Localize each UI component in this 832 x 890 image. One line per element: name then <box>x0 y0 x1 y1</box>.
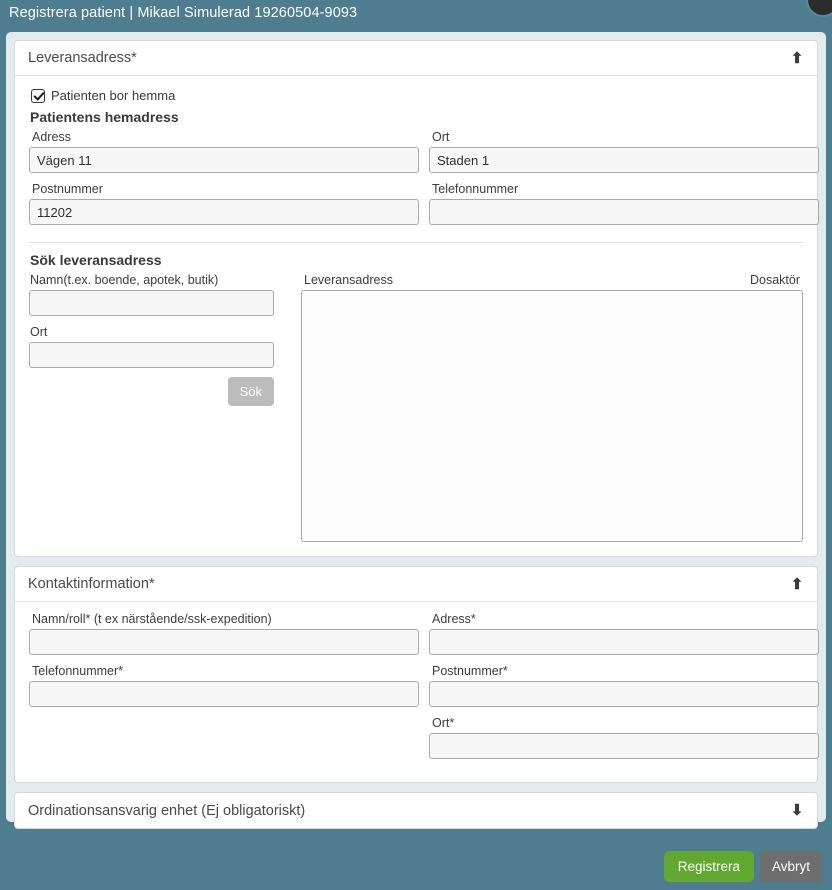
field-kontakt-postnummer: Postnummer* <box>429 664 819 707</box>
section-title-leveransadress: Leveransadress* <box>28 50 137 66</box>
search-inputs: Namn(t.ex. boende, apotek, butik) Ort Sö… <box>29 273 287 542</box>
field-kontakt-adress: Adress* <box>429 612 819 655</box>
label-kontakt-namnroll: Namn/roll* (t ex närstående/ssk-expediti… <box>32 612 272 626</box>
section-header-ordinationsansvarig-enhet[interactable]: Ordinationsansvarig enhet (Ej obligatori… <box>15 793 817 828</box>
corner-decoration <box>806 0 832 17</box>
input-ort[interactable] <box>429 147 819 173</box>
input-kontakt-namnroll[interactable] <box>29 629 419 655</box>
contact-row-3: Ort* <box>29 716 819 768</box>
label-kontakt-adress: Adress* <box>432 612 476 626</box>
form-container: Leveransadress* ⬆ Patienten bor hemma Pa… <box>6 32 826 829</box>
page-title: Registrera patient | Mikael Simulerad 19… <box>9 5 358 21</box>
label-adress: Adress <box>32 130 71 144</box>
window-title-bar: Registrera patient | Mikael Simulerad 19… <box>0 0 832 26</box>
input-kontakt-ort[interactable] <box>429 733 819 759</box>
input-search-ort[interactable] <box>29 342 274 368</box>
section-title-ordinationsansvarig-enhet: Ordinationsansvarig enhet (Ej obligatori… <box>28 802 306 819</box>
results-header: Leveransadress Dosaktör <box>304 273 800 287</box>
home-address-row-2: Postnummer Telefonnummer <box>29 182 819 234</box>
search-button-row: Sök <box>29 377 274 406</box>
field-search-ort: Ort <box>29 325 287 368</box>
label-telefonnummer: Telefonnummer <box>432 182 519 196</box>
section-body-leveransadress: Patienten bor hemma Patientens hemadress… <box>15 76 819 556</box>
register-button[interactable]: Registrera <box>663 851 754 882</box>
section-title-kontaktinformation: Kontaktinformation* <box>28 576 155 592</box>
patient-lives-at-home-row[interactable]: Patienten bor hemma <box>31 88 803 103</box>
label-search-ort: Ort <box>30 325 48 339</box>
input-kontakt-adress[interactable] <box>429 629 819 655</box>
home-address-heading: Patientens hemadress <box>30 109 179 125</box>
arrow-up-icon[interactable]: ⬆ <box>789 577 805 592</box>
label-search-namn: Namn(t.ex. boende, apotek, butik) <box>30 273 219 287</box>
search-button[interactable]: Sök <box>227 377 274 406</box>
checkbox-label-patienten-bor-hemma: Patienten bor hemma <box>51 88 176 103</box>
field-kontakt-namnroll: Namn/roll* (t ex närstående/ssk-expediti… <box>29 612 419 655</box>
input-adress[interactable] <box>29 147 419 173</box>
arrow-down-icon[interactable]: ⬇ <box>789 803 805 818</box>
search-heading: Sök leveransadress <box>30 252 162 268</box>
footer-actions: Registrera Avbryt <box>663 851 822 882</box>
checkbox-patienten-bor-hemma[interactable] <box>31 88 45 103</box>
field-search-namn: Namn(t.ex. boende, apotek, butik) <box>29 273 287 316</box>
label-ort: Ort <box>432 130 450 144</box>
field-telefonnummer: Telefonnummer <box>429 182 819 225</box>
section-header-kontaktinformation[interactable]: Kontaktinformation* ⬆ <box>15 567 817 602</box>
input-kontakt-telefonnummer[interactable] <box>29 681 419 707</box>
section-ordinationsansvarig-enhet: Ordinationsansvarig enhet (Ej obligatori… <box>14 792 818 829</box>
label-postnummer: Postnummer <box>32 182 103 196</box>
divider <box>29 242 803 243</box>
input-telefonnummer[interactable] <box>429 199 819 225</box>
field-ort: Ort <box>429 130 819 173</box>
input-search-namn[interactable] <box>29 290 274 316</box>
results-header-dosaktor: Dosaktör <box>749 273 800 287</box>
search-area: Namn(t.ex. boende, apotek, butik) Ort Sö… <box>29 273 803 542</box>
label-kontakt-ort: Ort* <box>432 716 455 730</box>
results-header-leveransadress: Leveransadress <box>304 273 393 287</box>
contact-row-2: Telefonnummer* Postnummer* <box>29 664 819 716</box>
label-kontakt-telefonnummer: Telefonnummer* <box>32 664 124 678</box>
arrow-up-icon[interactable]: ⬆ <box>789 51 805 66</box>
field-kontakt-ort: Ort* <box>429 716 819 759</box>
field-postnummer: Postnummer <box>29 182 419 225</box>
field-adress: Adress <box>29 130 419 173</box>
label-kontakt-postnummer: Postnummer* <box>432 664 508 678</box>
field-kontakt-telefonnummer: Telefonnummer* <box>29 664 419 707</box>
input-kontakt-postnummer[interactable] <box>429 681 819 707</box>
contact-row-1: Namn/roll* (t ex närstående/ssk-expediti… <box>29 612 819 664</box>
results-listbox[interactable] <box>301 290 803 542</box>
contact-row-3-spacer <box>29 716 419 768</box>
section-body-kontaktinformation: Namn/roll* (t ex närstående/ssk-expediti… <box>15 602 819 782</box>
cancel-button[interactable]: Avbryt <box>759 851 822 882</box>
section-kontaktinformation: Kontaktinformation* ⬆ Namn/roll* (t ex n… <box>14 566 819 783</box>
input-postnummer[interactable] <box>29 199 419 225</box>
section-header-leveransadress[interactable]: Leveransadress* ⬆ <box>15 41 817 76</box>
home-address-row-1: Adress Ort <box>29 130 819 182</box>
search-results: Leveransadress Dosaktör <box>301 273 803 542</box>
section-leveransadress: Leveransadress* ⬆ Patienten bor hemma Pa… <box>14 40 819 557</box>
